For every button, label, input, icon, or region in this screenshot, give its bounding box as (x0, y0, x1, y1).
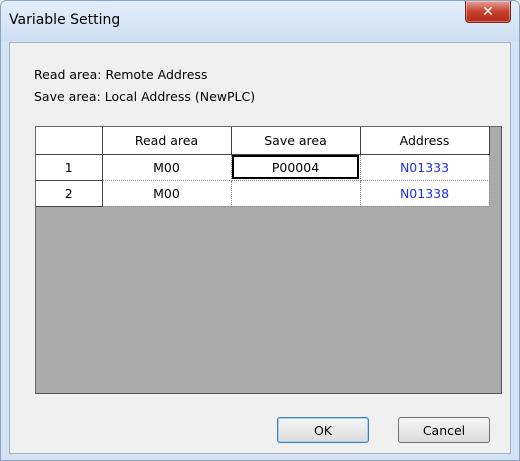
table-row[interactable]: 1 M00 P00004 N01333 (36, 154, 490, 181)
dialog-body: Read area: Remote Address Save area: Loc… (9, 42, 511, 454)
cancel-button[interactable]: Cancel (398, 417, 490, 443)
row-number[interactable]: 1 (36, 154, 103, 181)
close-button[interactable]: ✕ (465, 1, 511, 23)
header-address[interactable]: Address (360, 127, 490, 155)
ok-button[interactable]: OK (277, 417, 369, 443)
address-cell[interactable]: N01338 (360, 180, 490, 207)
save-area-info: Save area: Local Address (NewPLC) (34, 89, 256, 104)
header-save-area[interactable]: Save area (231, 127, 361, 155)
header-read-area[interactable]: Read area (102, 127, 232, 155)
close-icon: ✕ (482, 3, 494, 20)
header-rownum (36, 127, 103, 155)
table-header-row: Read area Save area Address (36, 127, 490, 155)
row-number[interactable]: 2 (36, 180, 103, 207)
variable-table: Read area Save area Address 1 M00 P00004… (36, 127, 490, 207)
address-cell[interactable]: N01333 (360, 154, 490, 181)
read-area-cell[interactable]: M00 (102, 154, 232, 181)
variable-setting-dialog: Variable Setting ✕ Read area: Remote Add… (0, 0, 520, 461)
dialog-title: Variable Setting (9, 12, 121, 28)
read-area-cell[interactable]: M00 (102, 180, 232, 207)
save-area-cell[interactable] (231, 180, 361, 207)
variable-grid[interactable]: Read area Save area Address 1 M00 P00004… (35, 126, 502, 394)
read-area-info: Read area: Remote Address (34, 67, 208, 82)
title-bar: Variable Setting ✕ (1, 1, 519, 41)
save-area-cell[interactable]: P00004 (231, 154, 361, 181)
table-row[interactable]: 2 M00 N01338 (36, 180, 490, 207)
